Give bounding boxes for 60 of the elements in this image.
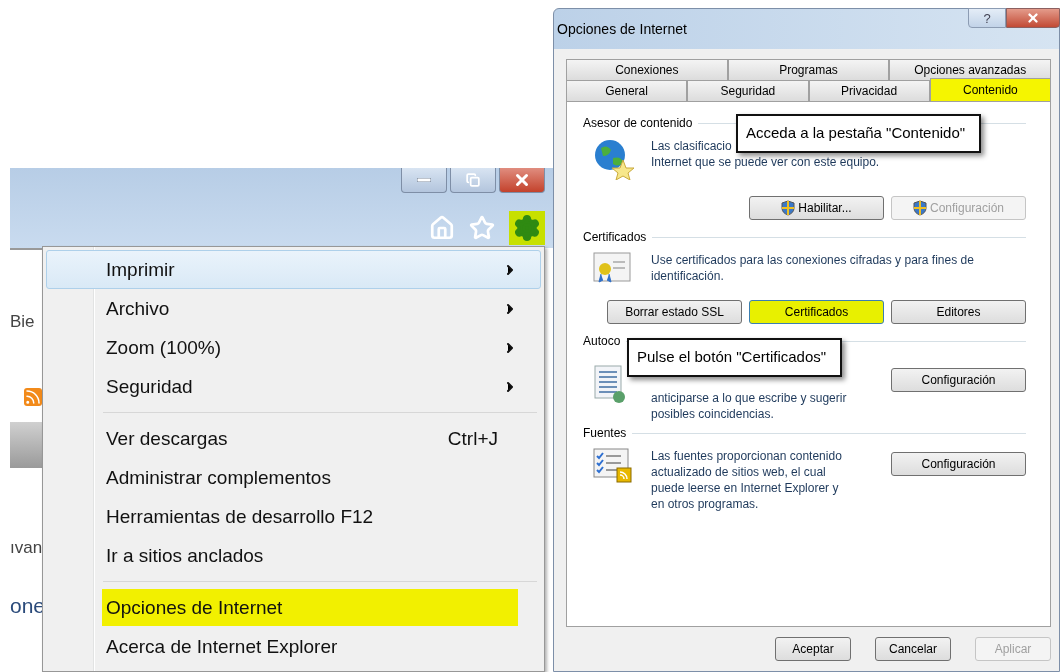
menu-item[interactable]: Ver descargas Ctrl+J bbox=[46, 419, 541, 458]
description-text: Use certificados para las conexiones cifradas y para fines de bbox=[651, 252, 975, 268]
close-icon bbox=[513, 171, 531, 189]
menu-item[interactable]: Herramientas de desarrollo F12 bbox=[46, 497, 541, 536]
certificate-icon bbox=[593, 252, 631, 284]
instruction-callout: Pulse el botón "Certificados" bbox=[627, 338, 843, 377]
settings-button[interactable] bbox=[509, 211, 545, 245]
description-text: posibles coincidencias. bbox=[651, 406, 775, 422]
restore-button[interactable] bbox=[450, 168, 496, 193]
dialog-button[interactable]: Cancelar bbox=[875, 637, 951, 661]
dialog-button[interactable]: Habilitar... bbox=[749, 196, 884, 220]
globe-star-icon bbox=[593, 138, 635, 180]
menu-item[interactable]: Seguridad bbox=[46, 367, 541, 406]
close-button[interactable] bbox=[1006, 8, 1060, 28]
menu-item[interactable]: Acerca de Internet Explorer bbox=[46, 627, 541, 666]
dialog-button[interactable]: Configuración bbox=[891, 452, 1026, 476]
help-button[interactable]: ? bbox=[968, 8, 1006, 28]
dialog-button[interactable]: Borrar estado SSL bbox=[607, 300, 742, 324]
close-icon bbox=[1026, 11, 1040, 25]
feed-list-icon bbox=[593, 448, 633, 484]
instruction-callout: Acceda a la pestaña "Contenido" bbox=[736, 114, 982, 153]
tab[interactable]: Seguridad bbox=[687, 80, 809, 101]
section-title: Fuentes bbox=[583, 426, 627, 440]
section-title: Autoco bbox=[583, 334, 621, 348]
description-text: puede leerse en Internet Explorer y bbox=[651, 480, 840, 496]
page-text: Bie bbox=[10, 312, 36, 332]
section-title: Asesor de contenido bbox=[583, 116, 693, 130]
menu-item[interactable]: Administrar complementos bbox=[46, 458, 541, 497]
dialog-button[interactable]: Editores bbox=[891, 300, 1026, 324]
minimize-icon bbox=[417, 178, 431, 182]
tab[interactable]: Conexiones bbox=[566, 59, 728, 80]
rss-icon bbox=[24, 388, 42, 406]
menu-item[interactable]: Ir a sitios anclados bbox=[46, 536, 541, 575]
minimize-button[interactable] bbox=[401, 168, 447, 193]
menu-item[interactable]: Zoom (100%) bbox=[46, 328, 541, 367]
tab[interactable]: Opciones avanzadas bbox=[889, 59, 1051, 80]
dialog-button[interactable]: Certificados bbox=[749, 300, 884, 324]
dialog-button[interactable]: Aceptar bbox=[775, 637, 851, 661]
description-text: en otros programas. bbox=[651, 496, 760, 512]
section-title: Certificados bbox=[583, 230, 647, 244]
tab[interactable]: Privacidad bbox=[808, 80, 930, 101]
shield-icon bbox=[781, 200, 796, 216]
page-text: ıvan bbox=[10, 538, 44, 558]
menu-item[interactable]: Imprimir bbox=[46, 250, 541, 289]
description-text: Las fuentes proporcionan contenido bbox=[651, 448, 843, 464]
window-title: Opciones de Internet bbox=[557, 21, 687, 37]
tab[interactable]: Programas bbox=[727, 59, 890, 80]
close-button[interactable] bbox=[499, 168, 545, 193]
description-text: Internet que se puede ver con este equipo. bbox=[651, 154, 881, 170]
star-icon[interactable] bbox=[469, 215, 495, 241]
restore-icon bbox=[466, 173, 480, 187]
description-text: actualizado de sitios web, el cual bbox=[651, 464, 827, 480]
tab[interactable]: General bbox=[566, 80, 688, 101]
description-text: identificación. bbox=[651, 268, 725, 284]
menu-item[interactable]: Archivo bbox=[46, 289, 541, 328]
shield-icon bbox=[912, 200, 927, 216]
tab[interactable]: Contenido bbox=[929, 78, 1051, 101]
dialog-button[interactable]: Configuración bbox=[891, 368, 1026, 392]
description-text: anticiparse a lo que escribe y sugerir bbox=[651, 390, 848, 406]
description-text: Las clasificacio bbox=[651, 138, 733, 154]
